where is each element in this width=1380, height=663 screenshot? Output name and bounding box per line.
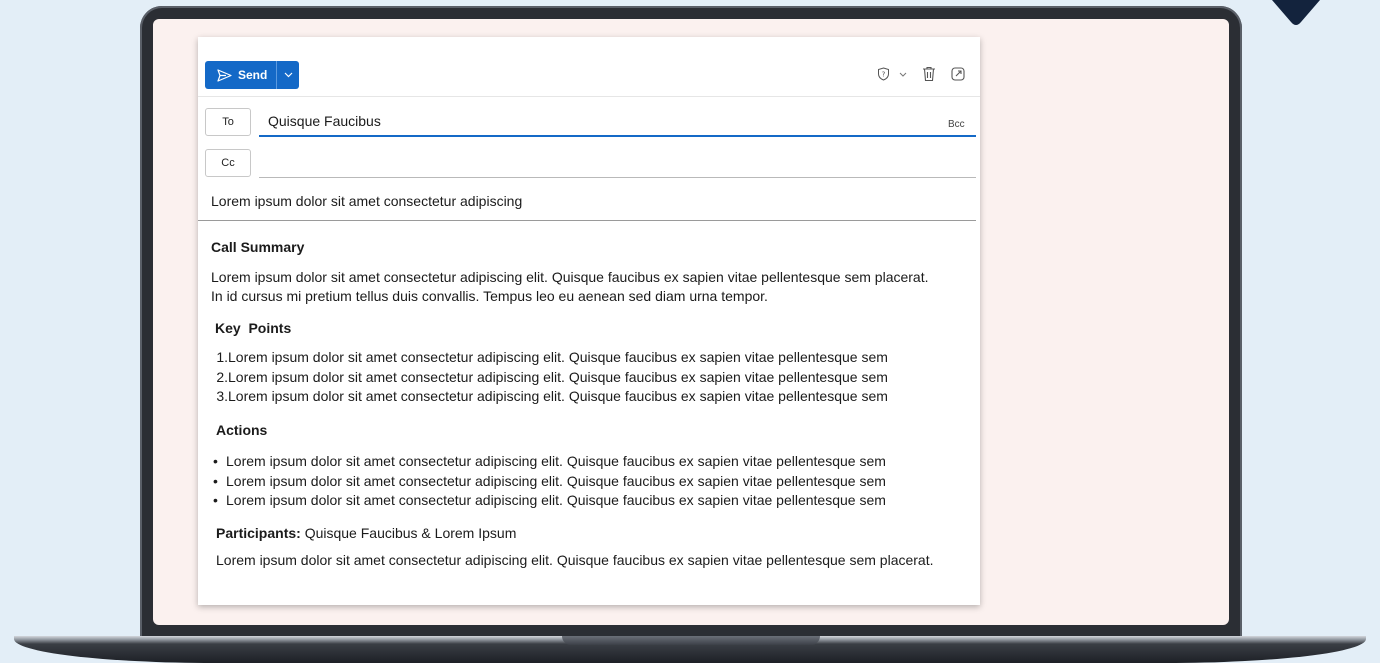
svg-text:?: ? [881,71,885,79]
discard-button[interactable] [912,65,946,83]
list-item: 2.Lorem ipsum dolor sit amet consectetur… [211,368,888,388]
list-text: Lorem ipsum dolor sit amet consectetur a… [228,368,888,385]
subject-divider [198,220,976,221]
popout-icon [951,67,965,81]
chevron-down-icon [899,72,907,77]
list-text: Lorem ipsum dolor sit amet consectetur a… [228,349,888,365]
send-icon [217,68,232,82]
sensitivity-button[interactable]: ? [872,65,894,83]
bcc-button[interactable]: Bcc [948,119,965,130]
summary-line: In id cursus mi pretium tellus duis conv… [211,288,768,304]
popout-button[interactable] [946,65,970,83]
list-item: • Lorem ipsum dolor sit amet consectetur … [213,491,886,511]
list-item: • Lorem ipsum dolor sit amet consectetur … [213,472,886,492]
list-text: Lorem ipsum dolor sit amet consectetur a… [226,472,886,489]
list-number: 2. [216,368,228,385]
call-summary-heading: Call Summary [211,239,305,255]
summary-line: Lorem ipsum dolor sit amet consectetur a… [211,269,929,285]
send-options-dropdown[interactable] [277,61,299,89]
list-item: 3.Lorem ipsum dolor sit amet consectetur… [211,387,888,407]
closing-text: Lorem ipsum dolor sit amet consectetur a… [216,552,934,568]
cc-button[interactable]: Cc [205,149,251,177]
compose-toolbar: Send ? [198,37,980,97]
bullet: • [213,492,218,508]
list-item: • Lorem ipsum dolor sit amet consectetur … [213,452,886,472]
to-field[interactable]: Quisque Faucibus [268,113,381,129]
participants-line: Participants: Quisque Faucibus & Lorem I… [216,525,516,541]
shield-icon: ? [877,67,889,81]
chevron-down-icon [284,72,293,78]
send-label: Send [238,68,268,82]
bullet: • [213,472,218,489]
brand-logo-icon [1272,0,1320,25]
cc-field[interactable] [268,155,968,175]
participants-label: Participants: [216,525,301,541]
key-points-list: 1.Lorem ipsum dolor sit amet consectetur… [211,348,888,407]
laptop-screen: Send ? To Quisque Faucibus Bcc Cc Lorem … [153,19,1229,625]
bullet: • [213,453,218,469]
cc-field-underline [259,177,976,178]
actions-heading: Actions [216,422,268,438]
send-button[interactable]: Send [205,61,278,89]
list-text: Lorem ipsum dolor sit amet consectetur a… [228,388,888,404]
sensitivity-dropdown[interactable] [894,65,912,83]
email-compose-window: Send ? To Quisque Faucibus Bcc Cc Lorem … [198,37,980,605]
list-number: 1. [216,349,228,365]
list-text: Lorem ipsum dolor sit amet consectetur a… [226,492,886,508]
actions-list: • Lorem ipsum dolor sit amet consectetur … [213,452,886,511]
trash-icon [923,66,935,82]
subject-field[interactable]: Lorem ipsum dolor sit amet consectetur a… [211,193,522,209]
toolbar-actions: ? [872,65,970,83]
send-button-group: Send [205,61,300,89]
to-button[interactable]: To [205,108,251,136]
list-item: 1.Lorem ipsum dolor sit amet consectetur… [211,348,888,368]
list-text: Lorem ipsum dolor sit amet consectetur a… [226,453,886,469]
to-field-underline [259,135,976,137]
list-number: 3. [216,388,228,404]
laptop-notch [562,636,820,645]
participants-value: Quisque Faucibus & Lorem Ipsum [304,525,517,541]
key-points-heading: Key Points [215,320,292,336]
call-summary-text: Lorem ipsum dolor sit amet consectetur a… [211,268,971,306]
